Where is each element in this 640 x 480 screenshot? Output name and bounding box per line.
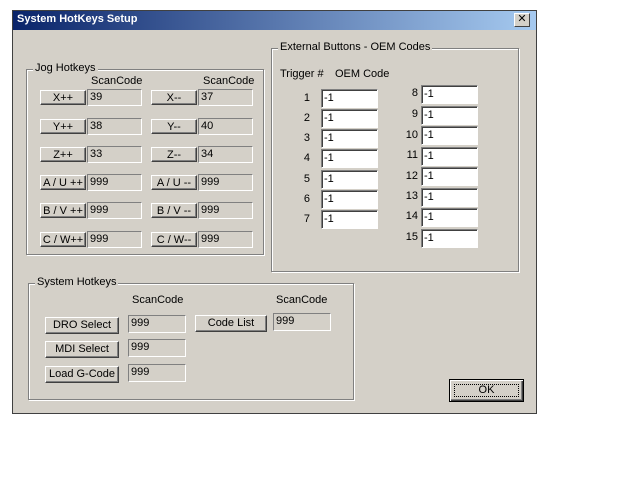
close-icon[interactable]: ✕ <box>514 13 530 27</box>
ok-button[interactable]: OK <box>449 379 524 402</box>
trigger-10-oem-input[interactable]: -1 <box>421 126 478 145</box>
trigger-14-oem-input[interactable]: -1 <box>421 208 478 227</box>
dro-select-button[interactable]: DRO Select <box>45 317 119 334</box>
jog-c-minus-scancode: 999 <box>198 231 253 248</box>
trigger-2-label: 2 <box>303 112 310 124</box>
trigger-3-label: 3 <box>303 132 310 144</box>
trigger-1-label: 1 <box>303 92 310 104</box>
oem-code-header: OEM Code <box>335 68 390 80</box>
trigger-2-oem-input[interactable]: -1 <box>321 109 378 128</box>
jog-z-plus-button[interactable]: Z++ <box>40 147 86 162</box>
load-gcode-scancode: 999 <box>128 364 186 382</box>
jog-x-minus-button[interactable]: X-- <box>151 90 197 105</box>
external-buttons-group: External Buttons - OEM Codes Trigger # O… <box>271 41 519 272</box>
trigger-6-label: 6 <box>303 193 310 205</box>
jog-y-plus-scancode: 38 <box>87 118 142 135</box>
trigger-13-label: 13 <box>405 190 418 202</box>
jog-hotkeys-group: Jog Hotkeys ScanCode ScanCode X++ 39 X--… <box>26 62 264 255</box>
system-scancode-header-right: ScanCode <box>276 294 328 306</box>
title-bar[interactable]: System HotKeys Setup ✕ <box>13 11 536 30</box>
trigger-header: Trigger # <box>280 68 324 80</box>
jog-hotkeys-legend: Jog Hotkeys <box>33 62 98 74</box>
window-title: System HotKeys Setup <box>17 13 138 25</box>
hotkeys-dialog: System HotKeys Setup ✕ Jog Hotkeys ScanC… <box>12 10 537 414</box>
mdi-select-scancode: 999 <box>128 339 186 357</box>
jog-x-plus-button[interactable]: X++ <box>40 90 86 105</box>
jog-y-minus-button[interactable]: Y-- <box>151 119 197 134</box>
jog-a-minus-scancode: 999 <box>198 174 253 191</box>
jog-scancode-header-left: ScanCode <box>91 75 143 87</box>
trigger-11-oem-input[interactable]: -1 <box>421 147 478 166</box>
dro-select-scancode: 999 <box>128 315 186 333</box>
jog-a-plus-scancode: 999 <box>87 174 142 191</box>
jog-a-plus-button[interactable]: A / U ++ <box>40 175 86 190</box>
trigger-5-oem-input[interactable]: -1 <box>321 170 378 189</box>
trigger-13-oem-input[interactable]: -1 <box>421 188 478 207</box>
jog-y-plus-button[interactable]: Y++ <box>40 119 86 134</box>
jog-z-plus-scancode: 33 <box>87 146 142 163</box>
jog-x-plus-scancode: 39 <box>87 89 142 106</box>
trigger-10-label: 10 <box>405 129 418 141</box>
code-list-button[interactable]: Code List <box>195 315 267 332</box>
trigger-14-label: 14 <box>405 210 418 222</box>
system-hotkeys-group: System Hotkeys ScanCode ScanCode DRO Sel… <box>28 276 354 400</box>
trigger-7-oem-input[interactable]: -1 <box>321 210 378 229</box>
trigger-12-label: 12 <box>405 170 418 182</box>
jog-b-plus-scancode: 999 <box>87 202 142 219</box>
trigger-6-oem-input[interactable]: -1 <box>321 190 378 209</box>
jog-y-minus-scancode: 40 <box>198 118 253 135</box>
trigger-9-label: 9 <box>411 108 418 120</box>
trigger-8-oem-input[interactable]: -1 <box>421 85 478 104</box>
jog-scancode-header-right: ScanCode <box>203 75 255 87</box>
trigger-1-oem-input[interactable]: -1 <box>321 89 378 108</box>
jog-a-minus-button[interactable]: A / U -- <box>151 175 197 190</box>
trigger-4-oem-input[interactable]: -1 <box>321 149 378 168</box>
jog-z-minus-button[interactable]: Z-- <box>151 147 197 162</box>
trigger-12-oem-input[interactable]: -1 <box>421 167 478 186</box>
jog-c-minus-button[interactable]: C / W-- <box>151 232 197 247</box>
trigger-15-label: 15 <box>405 231 418 243</box>
trigger-5-label: 5 <box>303 173 310 185</box>
trigger-3-oem-input[interactable]: -1 <box>321 129 378 148</box>
code-list-scancode: 999 <box>273 313 331 331</box>
trigger-9-oem-input[interactable]: -1 <box>421 106 478 125</box>
jog-c-plus-button[interactable]: C / W++ <box>40 232 86 247</box>
system-scancode-header-left: ScanCode <box>132 294 184 306</box>
jog-z-minus-scancode: 34 <box>198 146 253 163</box>
trigger-4-label: 4 <box>303 152 310 164</box>
trigger-8-label: 8 <box>411 87 418 99</box>
trigger-11-label: 11 <box>406 149 418 161</box>
jog-b-minus-scancode: 999 <box>198 202 253 219</box>
ok-focus-rect <box>454 384 519 397</box>
system-hotkeys-legend: System Hotkeys <box>35 276 119 288</box>
jog-b-plus-button[interactable]: B / V ++ <box>40 203 86 218</box>
external-buttons-legend: External Buttons - OEM Codes <box>278 41 433 53</box>
jog-b-minus-button[interactable]: B / V -- <box>151 203 197 218</box>
jog-x-minus-scancode: 37 <box>198 89 253 106</box>
trigger-7-label: 7 <box>303 213 310 225</box>
trigger-15-oem-input[interactable]: -1 <box>421 229 478 248</box>
jog-c-plus-scancode: 999 <box>87 231 142 248</box>
load-gcode-button[interactable]: Load G-Code <box>45 366 119 383</box>
mdi-select-button[interactable]: MDI Select <box>45 341 119 358</box>
